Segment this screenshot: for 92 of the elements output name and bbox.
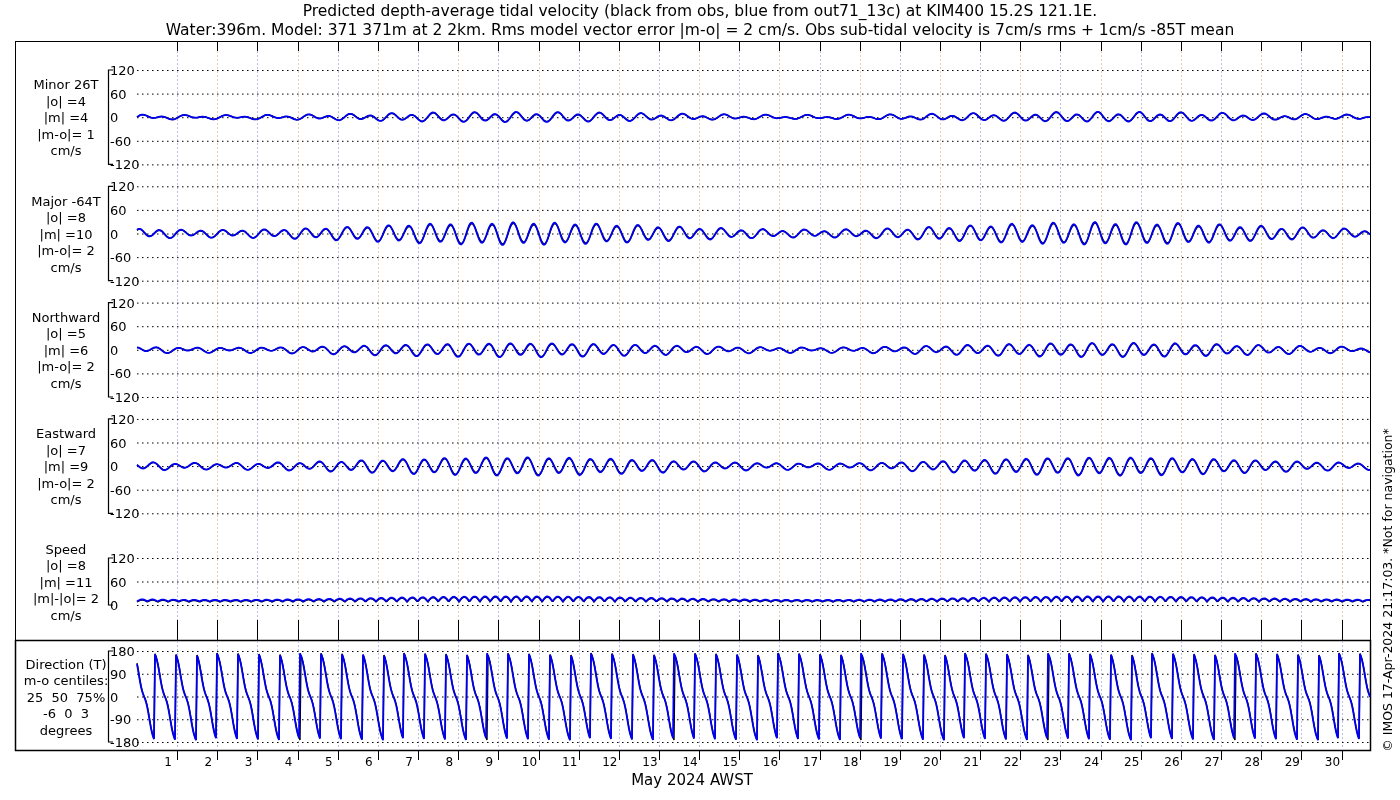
x-tick-label: 11 (562, 755, 578, 769)
panel-label: cm/s (50, 607, 82, 623)
y-tick-label: -120 (110, 390, 140, 405)
y-tick-label: 0 (110, 342, 119, 358)
panel-label: Speed (45, 541, 87, 557)
panel-label: |m| =11 (39, 574, 93, 590)
y-tick-label: 120 (110, 295, 135, 311)
panel-label: Major -64T (31, 193, 101, 209)
y-tick-label: -60 (110, 133, 132, 149)
panel-label: |o| =5 (46, 326, 86, 342)
x-tick-label: 14 (682, 755, 698, 769)
panel-label: 25 50 75% (26, 689, 106, 705)
panel-label: |o| =8 (46, 210, 86, 225)
y-tick-label: 60 (110, 86, 127, 102)
y-tick-label: -60 (110, 250, 132, 266)
x-tick-label: 26 (1164, 755, 1180, 769)
panel-label: |m|-|o|= 2 (32, 591, 100, 606)
x-tick-label: 30 (1324, 755, 1341, 769)
x-tick-label: 25 (1124, 755, 1140, 769)
panel-label: Direction (T) (25, 656, 107, 672)
panel-label: |m| =10 (39, 226, 93, 242)
x-tick-label: 29 (1284, 755, 1300, 769)
x-tick-label: 13 (642, 755, 658, 769)
panel-label: cm/s (50, 375, 82, 391)
y-tick-label: 60 (110, 202, 127, 218)
x-tick-label: 4 (284, 755, 293, 769)
y-tick-label: 0 (110, 110, 119, 126)
panel-label: cm/s (50, 259, 82, 275)
x-axis-label: May 2024 AWST (631, 771, 753, 789)
x-tick-label: 8 (445, 755, 453, 769)
y-tick-label: 120 (110, 411, 135, 427)
panel-label: Minor 26T (33, 77, 99, 93)
y-tick-label: -60 (110, 482, 132, 498)
y-tick-label: -60 (110, 366, 132, 382)
x-tick-label: 15 (722, 755, 738, 769)
x-tick-label: 24 (1083, 755, 1100, 769)
x-tick-label: 21 (963, 755, 979, 769)
x-tick-label: 18 (843, 755, 859, 769)
panel-label: |m| =6 (43, 342, 89, 358)
y-tick-label: 60 (110, 435, 127, 451)
panel-label: Eastward (36, 426, 96, 442)
y-tick-label: 0 (110, 459, 119, 475)
panel-label: Northward (31, 309, 101, 325)
panel-label: m-o centiles: (23, 673, 109, 688)
x-tick-label: 7 (405, 755, 413, 769)
y-tick-label: 120 (110, 63, 135, 78)
chart-title: Predicted depth-average tidal velocity (black from obs, blue from out71_13c) at KIM400 15.2S 121.1E. (302, 2, 1098, 20)
x-tick-label: 28 (1244, 755, 1260, 769)
y-tick-label: 0 (110, 226, 119, 242)
y-tick-label: 0 (110, 689, 119, 705)
x-tick-label: 3 (244, 755, 253, 769)
panel-label: |m| =9 (43, 459, 89, 475)
x-tick-label: 6 (365, 755, 373, 769)
y-tick-label: -90 (110, 712, 132, 728)
x-tick-label: 27 (1204, 755, 1220, 769)
panel-label: |o| =4 (46, 93, 86, 109)
y-tick-label: 120 (110, 551, 135, 566)
y-tick-label: 120 (110, 179, 135, 195)
x-tick-label: 1 (164, 755, 172, 769)
credit-text: © IMOS 17-Apr-2024 21:17:03. *Not for navigation* (1380, 428, 1395, 752)
x-tick-label: 9 (485, 755, 494, 769)
x-tick-label: 17 (802, 755, 819, 769)
panel-label: cm/s (50, 492, 82, 508)
y-tick-label: 90 (110, 666, 127, 682)
x-tick-label: 20 (923, 755, 939, 769)
y-tick-label: 60 (110, 319, 127, 335)
panel-label: degrees (39, 722, 93, 738)
x-tick-label: 2 (204, 755, 213, 769)
panel-label: |o| =8 (46, 558, 86, 573)
panel-label: |o| =7 (46, 442, 86, 458)
x-tick-label: 5 (324, 755, 333, 769)
panel-label: |m-o|= 2 (37, 475, 95, 491)
y-tick-label: 180 (110, 644, 135, 659)
panel-label: |m-o|= 2 (37, 359, 95, 375)
panel-label: |m| =4 (43, 110, 89, 126)
x-tick-label: 19 (883, 755, 899, 769)
panel-label: -6 0 3 (43, 706, 89, 721)
y-tick-label: -120 (110, 506, 140, 522)
y-tick-label: 0 (110, 598, 119, 613)
x-tick-label: 10 (521, 755, 538, 769)
y-tick-label: -120 (110, 157, 140, 173)
x-tick-label: 22 (1003, 755, 1019, 769)
y-tick-label: -180 (110, 735, 140, 750)
panel-label: |m-o|= 2 (37, 243, 95, 258)
x-tick-label: 12 (602, 755, 618, 769)
panel-label: cm/s (50, 143, 82, 159)
y-tick-label: -120 (110, 273, 140, 289)
y-tick-label: 60 (110, 574, 127, 590)
x-tick-label: 23 (1043, 755, 1060, 769)
x-tick-label: 16 (762, 755, 779, 769)
panel-label: |m-o|= 1 (37, 126, 95, 142)
chart-title: Water:396m. Model: 371 371m at 2 2km. Rms model vector error |m-o| = 2 cm/s. Obs sub-tidal velocity is 7cm/s rms + 1cm/s -85T mean (165, 21, 1235, 39)
